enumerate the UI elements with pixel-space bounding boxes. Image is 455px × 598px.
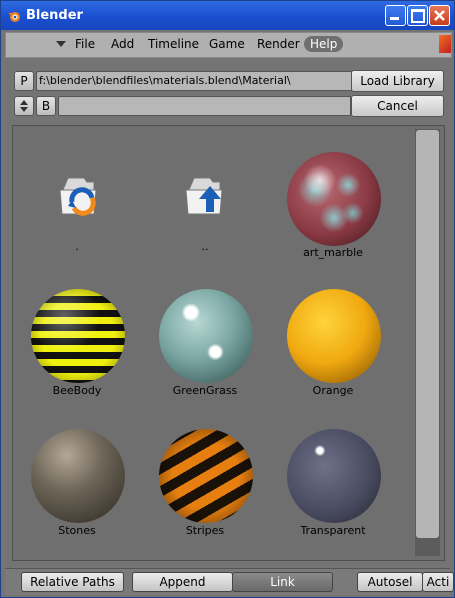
stones-swatch bbox=[31, 429, 125, 523]
path-field[interactable]: f:\blender\blendfiles\materials.blend\Ma… bbox=[36, 71, 353, 91]
blender-window: Blender File Add Timeline Game Render He… bbox=[0, 0, 455, 598]
menu-file[interactable]: File bbox=[75, 37, 95, 51]
parent-dir-button[interactable]: P bbox=[14, 71, 34, 91]
bookmark-button[interactable]: B bbox=[36, 96, 56, 116]
load-library-button[interactable]: Load Library bbox=[351, 70, 444, 92]
up-down-arrows-icon bbox=[20, 100, 28, 112]
item-label: art_marble bbox=[303, 246, 363, 259]
item-label: GreenGrass bbox=[172, 384, 238, 397]
item-label: Transparent bbox=[300, 524, 366, 537]
material-stones[interactable]: Stones bbox=[22, 426, 132, 541]
folder-item-current[interactable]: . bbox=[22, 166, 132, 256]
art-marble-swatch bbox=[287, 152, 381, 246]
append-toggle[interactable]: Append bbox=[132, 572, 233, 592]
title-bar[interactable]: Blender bbox=[1, 1, 454, 30]
stripes-swatch bbox=[159, 429, 253, 523]
link-toggle[interactable]: Link bbox=[232, 572, 333, 592]
blender-logo-icon bbox=[8, 12, 20, 22]
menu-game[interactable]: Game bbox=[209, 37, 245, 51]
material-stripes[interactable]: Stripes bbox=[150, 426, 260, 541]
close-icon bbox=[434, 10, 445, 21]
material-orange[interactable]: Orange bbox=[278, 286, 388, 401]
material-beebody[interactable]: BeeBody bbox=[22, 286, 132, 401]
material-greengrass[interactable]: GreenGrass bbox=[150, 286, 260, 401]
material-transparent[interactable]: Transparent bbox=[278, 426, 388, 541]
item-label: Stones bbox=[58, 524, 96, 537]
sort-toggle-button[interactable] bbox=[14, 96, 34, 116]
close-button[interactable] bbox=[429, 5, 450, 26]
minimize-button[interactable] bbox=[385, 5, 406, 26]
greengrass-swatch bbox=[159, 289, 253, 383]
relative-paths-toggle[interactable]: Relative Paths bbox=[21, 572, 124, 592]
window-title: Blender bbox=[26, 8, 83, 23]
folder-up-icon bbox=[185, 177, 223, 215]
menu-timeline[interactable]: Timeline bbox=[148, 37, 199, 51]
minimize-icon bbox=[390, 17, 399, 20]
autosel-toggle[interactable]: Autosel bbox=[357, 572, 423, 592]
item-label: .. bbox=[201, 240, 209, 253]
file-browser-area: . .. art_marble BeeBody GreenGrass Orang… bbox=[12, 125, 445, 561]
menu-bar: File Add Timeline Game Render Help bbox=[5, 32, 452, 58]
menu-add[interactable]: Add bbox=[111, 37, 134, 51]
material-art-marble[interactable]: art_marble bbox=[278, 146, 388, 266]
transparent-swatch bbox=[287, 429, 381, 523]
menu-collapse-icon[interactable] bbox=[56, 41, 66, 47]
folder-refresh-icon bbox=[59, 177, 97, 216]
beebody-swatch bbox=[31, 289, 125, 383]
cancel-button[interactable]: Cancel bbox=[351, 95, 444, 117]
menu-help[interactable]: Help bbox=[304, 36, 344, 52]
item-label: . bbox=[75, 240, 79, 253]
orange-swatch bbox=[287, 289, 381, 383]
maximize-icon bbox=[411, 9, 425, 23]
folder-item-parent[interactable]: .. bbox=[150, 166, 260, 256]
item-label: BeeBody bbox=[52, 384, 102, 397]
scrollbar-thumb[interactable] bbox=[416, 130, 439, 538]
menu-render[interactable]: Render bbox=[257, 37, 300, 51]
screen-type-icon[interactable] bbox=[439, 35, 451, 53]
filename-field[interactable] bbox=[58, 96, 351, 116]
vertical-scrollbar[interactable] bbox=[415, 129, 440, 556]
maximize-button[interactable] bbox=[407, 5, 428, 26]
active-toggle[interactable]: Acti bbox=[422, 572, 454, 592]
item-label: Orange bbox=[312, 384, 354, 397]
item-label: Stripes bbox=[185, 524, 225, 537]
